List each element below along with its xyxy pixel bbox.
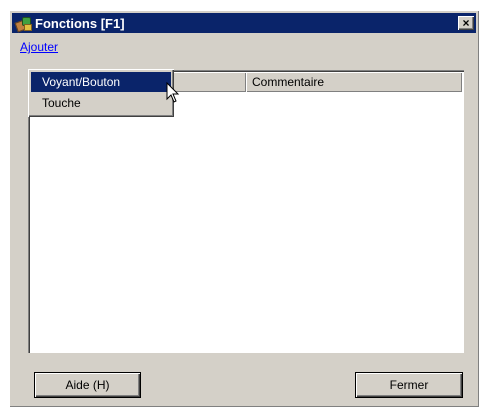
title-bar[interactable]: Fonctions [F1] × <box>12 13 476 33</box>
close-icon[interactable]: × <box>458 16 474 30</box>
mouse-pointer-icon <box>166 82 180 103</box>
column-header-comment[interactable]: Commentaire <box>246 72 462 92</box>
add-dropdown-menu: Voyant/Bouton Touche <box>28 69 174 117</box>
add-link[interactable]: Ajouter <box>20 40 58 54</box>
menu-item-touche[interactable]: Touche <box>31 93 171 113</box>
window-title: Fonctions [F1] <box>35 15 125 31</box>
help-button[interactable]: Aide (H) <box>35 373 140 397</box>
app-icon <box>14 15 32 33</box>
close-button[interactable]: Fermer <box>356 373 462 397</box>
menu-item-voyant-bouton[interactable]: Voyant/Bouton <box>31 72 171 92</box>
